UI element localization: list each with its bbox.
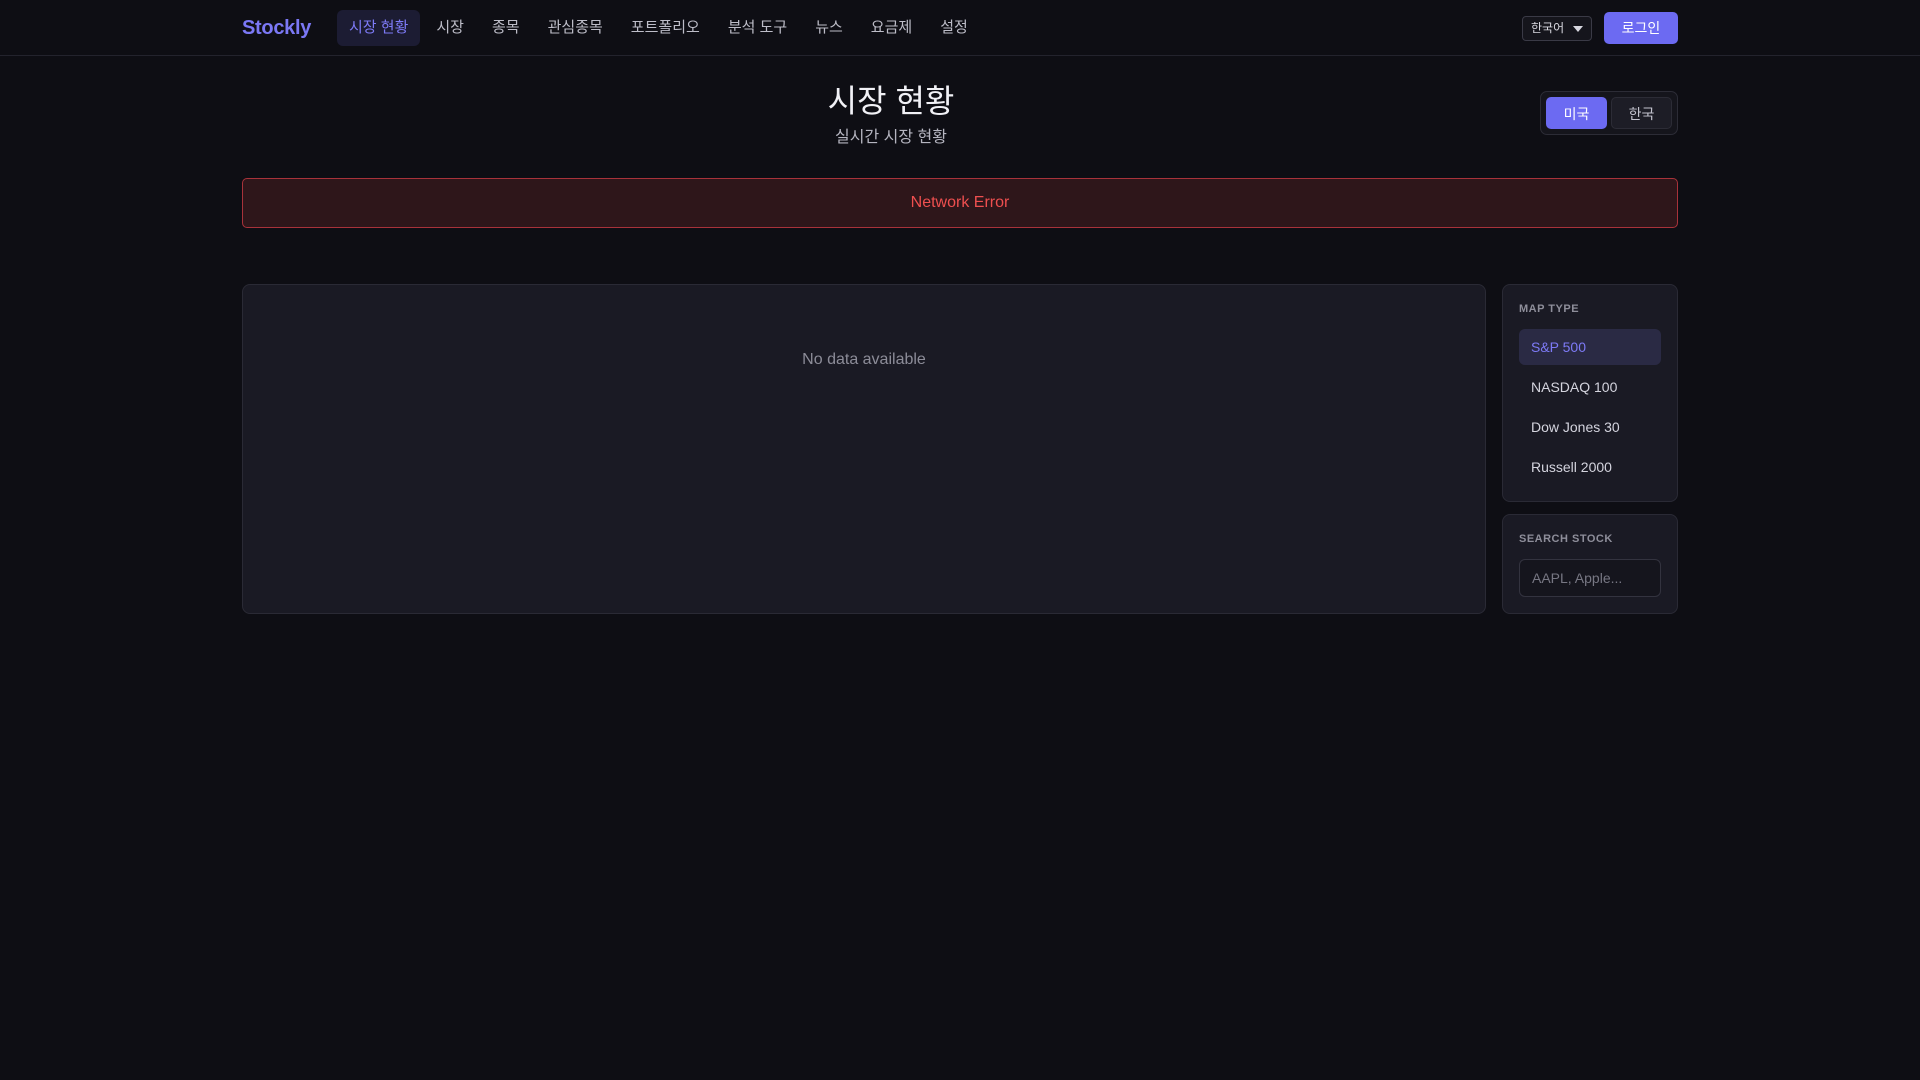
map-type-option-sp500[interactable]: S&P 500 bbox=[1519, 329, 1661, 365]
market-toggle-us[interactable]: 미국 bbox=[1546, 97, 1607, 129]
market-region-toggle: 미국 한국 bbox=[1540, 91, 1678, 135]
nav-item-watchlist[interactable]: 관심종목 bbox=[536, 10, 615, 46]
chevron-down-icon bbox=[1573, 26, 1583, 32]
nav-item-portfolio[interactable]: 포트폴리오 bbox=[619, 10, 712, 46]
search-stock-input[interactable] bbox=[1519, 559, 1661, 597]
language-select[interactable]: 한국어 bbox=[1522, 16, 1592, 41]
nav-item-market-overview[interactable]: 시장 현황 bbox=[337, 10, 421, 46]
main-nav: 시장 현황 시장 종목 관심종목 포트폴리오 분석 도구 뉴스 요금제 설정 bbox=[337, 10, 984, 46]
search-stock-card: SEARCH STOCK bbox=[1502, 514, 1678, 614]
map-type-label: MAP TYPE bbox=[1519, 303, 1580, 315]
market-toggle-korea[interactable]: 한국 bbox=[1611, 97, 1672, 129]
empty-state-message: No data available bbox=[802, 351, 926, 368]
top-navigation-bar: Stockly 시장 현황 시장 종목 관심종목 포트폴리오 분석 도구 뉴스 … bbox=[0, 0, 1920, 56]
nav-item-market[interactable]: 시장 bbox=[424, 10, 476, 46]
nav-item-stocks[interactable]: 종목 bbox=[480, 10, 532, 46]
map-type-option-russell2000[interactable]: Russell 2000 bbox=[1519, 449, 1661, 485]
map-type-list: S&P 500 NASDAQ 100 Dow Jones 30 Russell … bbox=[1519, 329, 1661, 489]
error-banner: Network Error bbox=[242, 178, 1678, 228]
map-type-option-nasdaq100[interactable]: NASDAQ 100 bbox=[1519, 369, 1661, 405]
brand-logo[interactable]: Stockly bbox=[242, 0, 311, 56]
market-map-panel: No data available bbox=[242, 284, 1486, 614]
search-stock-label: SEARCH STOCK bbox=[1519, 533, 1613, 545]
page-title: 시장 현황 bbox=[827, 83, 955, 119]
nav-item-settings[interactable]: 설정 bbox=[928, 10, 980, 46]
map-type-option-dowjones30[interactable]: Dow Jones 30 bbox=[1519, 409, 1661, 445]
login-button[interactable]: 로그인 bbox=[1604, 12, 1678, 44]
map-type-card: MAP TYPE S&P 500 NASDAQ 100 Dow Jones 30… bbox=[1502, 284, 1678, 502]
nav-item-news[interactable]: 뉴스 bbox=[803, 10, 855, 46]
page-subtitle: 실시간 시장 현황 bbox=[835, 129, 947, 146]
nav-item-pricing[interactable]: 요금제 bbox=[859, 10, 924, 46]
nav-item-analysis-tools[interactable]: 분석 도구 bbox=[716, 10, 799, 46]
language-select-value: 한국어 bbox=[1531, 21, 1565, 35]
